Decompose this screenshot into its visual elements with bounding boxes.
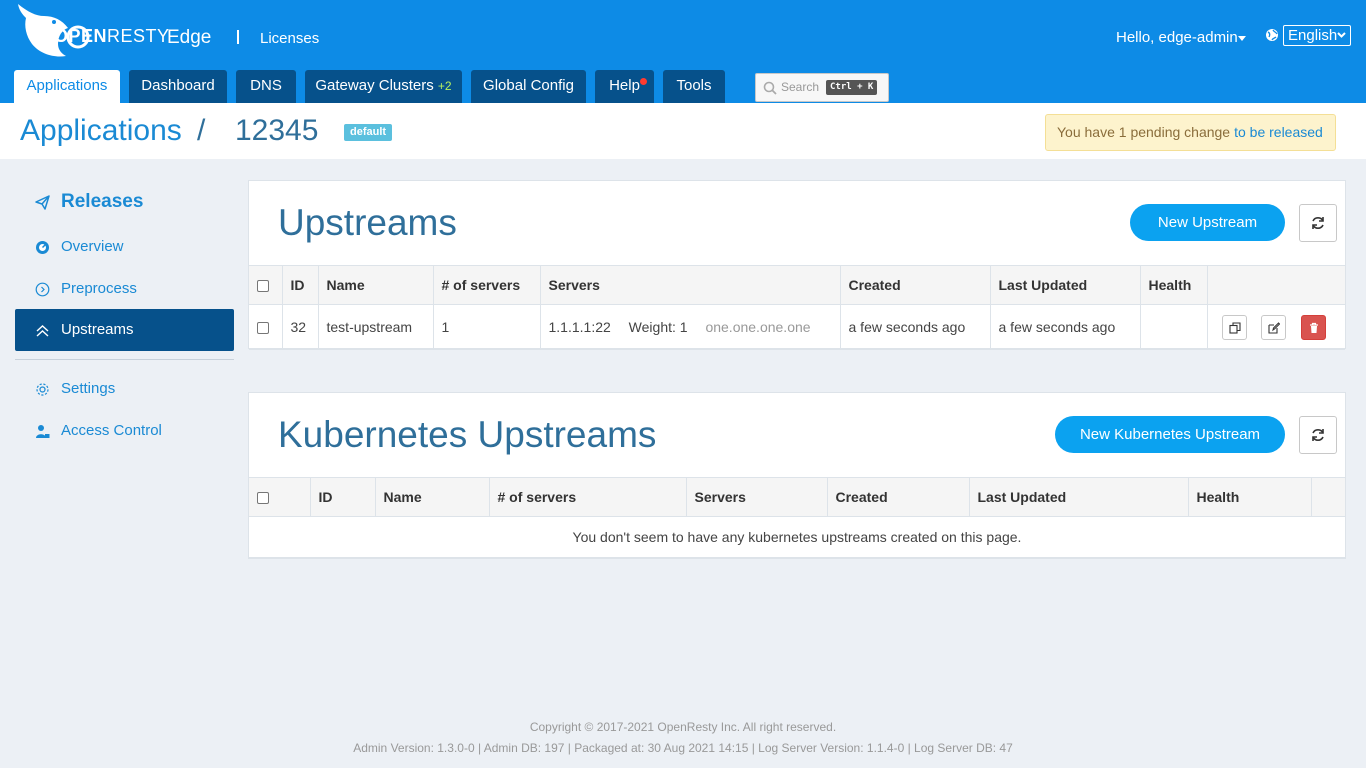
upstreams-panel: Upstreams New Upstream ID Name # of serv… [248, 180, 1346, 350]
user-menu[interactable]: Hello, edge-admin [1116, 29, 1238, 46]
tab-dns[interactable]: DNS [236, 70, 296, 103]
new-upstream-button[interactable]: New Upstream [1130, 204, 1285, 241]
language-select[interactable]: English [1283, 25, 1351, 46]
column-header-health[interactable]: Health [1188, 477, 1312, 517]
release-link[interactable]: to be released [1234, 124, 1323, 140]
server-weight: Weight: 1 [628, 319, 688, 335]
copy-icon [1228, 321, 1241, 334]
refresh-kubernetes-button[interactable] [1299, 416, 1337, 454]
search-placeholder: Search [781, 80, 820, 94]
tab-help[interactable]: Help [595, 70, 654, 103]
server-hostname: one.one.one.one [705, 319, 811, 335]
paper-plane-icon [35, 195, 50, 210]
copy-button[interactable] [1221, 314, 1247, 340]
footer-copyright: Copyright © 2017-2021 OpenResty Inc. All… [529, 720, 837, 734]
page-title-bar: Applications / 12345 default You have 1 … [0, 103, 1366, 159]
select-all-cell [249, 265, 283, 305]
row-select-cell [249, 304, 283, 350]
edit-button[interactable] [1261, 314, 1287, 340]
column-header-health[interactable]: Health [1140, 265, 1208, 305]
sidebar-item-releases[interactable]: Releases [15, 181, 234, 223]
sidebar-item-upstreams[interactable]: Upstreams [15, 309, 234, 351]
footer-versions: Admin Version: 1.3.0-0 | Admin DB: 197 |… [353, 741, 1013, 755]
column-header-actions [1207, 265, 1345, 305]
column-header-id[interactable]: ID [282, 265, 319, 305]
cell-last-updated: a few seconds ago [990, 304, 1141, 350]
select-all-cell [249, 477, 311, 517]
cell-id: 32 [282, 304, 319, 350]
dashboard-gauge-icon [36, 241, 49, 254]
column-header-servers[interactable]: Servers [686, 477, 828, 517]
cell-servers: 1.1.1.1:22 Weight: 1 one.one.one.one [540, 304, 841, 350]
pending-changes-alert: You have 1 pending change to be released [1045, 114, 1336, 151]
column-header-id[interactable]: ID [310, 477, 376, 517]
empty-state-row: You don't seem to have any kubernetes up… [249, 516, 1345, 558]
cell-health [1140, 304, 1208, 350]
refresh-upstreams-button[interactable] [1299, 204, 1337, 242]
sidebar-item-access-control[interactable]: Access Control [15, 410, 234, 452]
kubernetes-upstreams-panel: Kubernetes Upstreams New Kubernetes Upst… [248, 392, 1346, 559]
gear-icon [36, 383, 49, 396]
select-all-checkbox[interactable] [257, 492, 269, 505]
table-row: 32 test-upstream 1 1.1.1.1:22 Weight: 1 … [249, 304, 1345, 350]
column-header-servers[interactable]: Servers [540, 265, 841, 305]
sidebar-item-settings[interactable]: Settings [15, 368, 234, 410]
sidebar-divider [15, 359, 234, 360]
edit-icon [1268, 321, 1281, 334]
brand-wordmark: OPENRESTY [54, 26, 170, 46]
search-icon [763, 81, 777, 95]
chevron-down-icon [1337, 32, 1346, 38]
new-kubernetes-upstream-button[interactable]: New Kubernetes Upstream [1055, 416, 1285, 453]
column-header-created[interactable]: Created [840, 265, 991, 305]
breadcrumb-applications[interactable]: Applications [20, 114, 182, 148]
column-header-created[interactable]: Created [827, 477, 970, 517]
upstreams-table: ID Name # of servers Servers Created Las… [249, 265, 1345, 350]
kubernetes-upstreams-title: Kubernetes Upstreams [278, 414, 657, 455]
column-header-name[interactable]: Name [375, 477, 490, 517]
cell-name[interactable]: test-upstream [318, 304, 434, 350]
column-header-actions [1311, 477, 1345, 517]
upstreams-title: Upstreams [278, 202, 457, 243]
column-header-num-servers[interactable]: # of servers [433, 265, 541, 305]
double-chevron-up-icon [36, 325, 49, 337]
server-address: 1.1.1.1:22 [548, 319, 611, 335]
search-shortcut: Ctrl + K [826, 80, 878, 95]
column-header-last-updated[interactable]: Last Updated [990, 265, 1141, 305]
column-header-last-updated[interactable]: Last Updated [969, 477, 1189, 517]
refresh-icon [1312, 429, 1324, 441]
breadcrumb-separator: / [197, 114, 206, 147]
empty-state-message: You don't seem to have any kubernetes up… [249, 516, 1345, 558]
sidebar-item-overview[interactable]: Overview [15, 226, 234, 268]
sidebar-item-preprocess[interactable]: Preprocess [15, 268, 234, 310]
tab-global-config[interactable]: Global Config [471, 70, 586, 103]
tab-dashboard[interactable]: Dashboard [129, 70, 227, 103]
brand-product: Edge [167, 27, 212, 48]
cell-created: a few seconds ago [840, 304, 991, 350]
row-checkbox[interactable] [257, 322, 269, 335]
chevron-circle-icon [35, 282, 50, 297]
cell-actions [1207, 304, 1345, 350]
tab-tools[interactable]: Tools [663, 70, 725, 103]
refresh-icon [1312, 217, 1324, 229]
user-lock-icon [36, 425, 50, 438]
header-divider [237, 30, 239, 44]
column-header-num-servers[interactable]: # of servers [489, 477, 687, 517]
breadcrumb-app-id: 12345 [235, 114, 319, 147]
licenses-link[interactable]: Licenses [260, 30, 319, 47]
partition-badge: default [344, 124, 393, 141]
trash-icon [1310, 322, 1319, 333]
delete-button[interactable] [1301, 314, 1327, 340]
caret-down-icon[interactable] [1238, 36, 1246, 41]
gateway-clusters-count: +2 [437, 79, 452, 93]
select-all-checkbox[interactable] [257, 280, 269, 293]
globe-icon [1266, 29, 1278, 41]
kubernetes-upstreams-table: ID Name # of servers Servers Created Las… [249, 477, 1345, 558]
tab-gateway-clusters[interactable]: Gateway Clusters +2 [305, 70, 462, 103]
column-header-name[interactable]: Name [318, 265, 434, 305]
tab-applications[interactable]: Applications [14, 70, 120, 103]
search-input[interactable]: Search Ctrl + K [755, 73, 889, 102]
cell-num-servers: 1 [433, 304, 541, 350]
notification-dot [640, 78, 647, 85]
